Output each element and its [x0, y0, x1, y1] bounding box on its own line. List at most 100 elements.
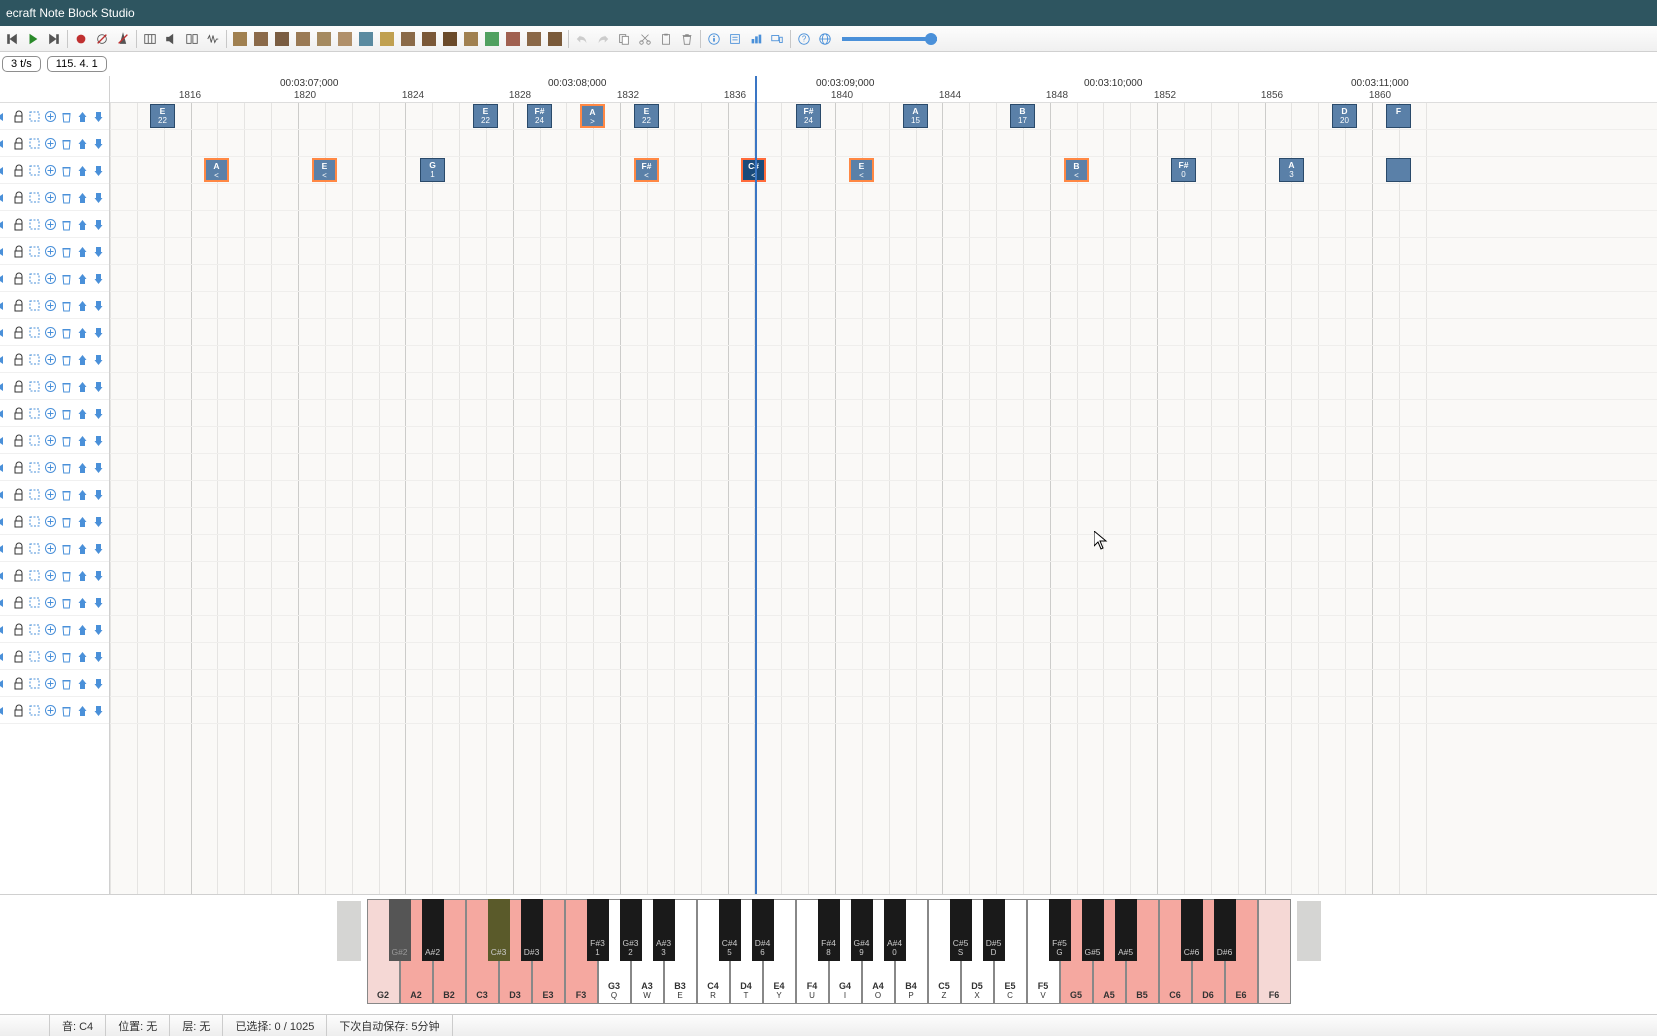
help-icon[interactable]: ?: [794, 29, 814, 49]
note-block[interactable]: F: [1386, 104, 1411, 128]
lock-icon[interactable]: [12, 406, 25, 420]
delete-icon[interactable]: [60, 163, 73, 177]
down-icon[interactable]: [92, 352, 105, 366]
delete-icon[interactable]: [60, 352, 73, 366]
track-row[interactable]: [110, 184, 1657, 211]
speaker-icon[interactable]: [0, 136, 9, 150]
inst-10-icon[interactable]: [419, 29, 439, 49]
select-all-icon[interactable]: [28, 433, 41, 447]
tempo-box[interactable]: 3 t/s: [2, 56, 41, 72]
down-icon[interactable]: [92, 460, 105, 474]
speaker-icon[interactable]: [0, 487, 9, 501]
white-key-F6[interactable]: F6: [1258, 899, 1291, 1004]
lock-icon[interactable]: [12, 163, 25, 177]
skip-start-icon[interactable]: [2, 29, 22, 49]
delete-icon[interactable]: [60, 190, 73, 204]
select-all-icon[interactable]: [28, 217, 41, 231]
trash-icon[interactable]: [677, 29, 697, 49]
add-icon[interactable]: [44, 136, 57, 150]
black-key-C#5[interactable]: C#5S: [950, 899, 972, 961]
lock-icon[interactable]: [12, 514, 25, 528]
undo-icon[interactable]: [572, 29, 592, 49]
track-row[interactable]: [110, 697, 1657, 724]
add-icon[interactable]: [44, 271, 57, 285]
play-icon[interactable]: [23, 29, 43, 49]
up-icon[interactable]: [76, 703, 89, 717]
track-row[interactable]: [110, 238, 1657, 265]
up-icon[interactable]: [76, 514, 89, 528]
inst-8-icon[interactable]: [377, 29, 397, 49]
speaker-icon[interactable]: [0, 703, 9, 717]
up-icon[interactable]: [76, 190, 89, 204]
add-icon[interactable]: [44, 379, 57, 393]
black-key-D#6[interactable]: D#6: [1214, 899, 1236, 961]
delete-icon[interactable]: [60, 406, 73, 420]
track-row[interactable]: [110, 130, 1657, 157]
inst-15-icon[interactable]: [524, 29, 544, 49]
speaker-icon[interactable]: [0, 379, 9, 393]
zoom-slider[interactable]: [842, 37, 937, 41]
track-row[interactable]: [110, 373, 1657, 400]
devices-icon[interactable]: [767, 29, 787, 49]
up-icon[interactable]: [76, 568, 89, 582]
speaker-icon[interactable]: [0, 325, 9, 339]
track-row[interactable]: [110, 319, 1657, 346]
up-icon[interactable]: [76, 622, 89, 636]
select-all-icon[interactable]: [28, 190, 41, 204]
note-block[interactable]: A3: [1279, 158, 1304, 182]
up-icon[interactable]: [76, 271, 89, 285]
note-block[interactable]: A<: [204, 158, 229, 182]
delete-icon[interactable]: [60, 622, 73, 636]
lock-icon[interactable]: [12, 703, 25, 717]
note-block[interactable]: E22: [634, 104, 659, 128]
delete-icon[interactable]: [60, 325, 73, 339]
up-icon[interactable]: [76, 433, 89, 447]
lock-icon[interactable]: [12, 271, 25, 285]
lock-icon[interactable]: [12, 649, 25, 663]
note-block[interactable]: F#24: [796, 104, 821, 128]
note-block[interactable]: F#0: [1171, 158, 1196, 182]
track-row[interactable]: [110, 427, 1657, 454]
speaker-icon[interactable]: [0, 568, 9, 582]
black-key-A#4[interactable]: A#40: [884, 899, 906, 961]
speaker-icon[interactable]: [0, 109, 9, 123]
lock-icon[interactable]: [12, 217, 25, 231]
down-icon[interactable]: [92, 406, 105, 420]
add-icon[interactable]: [44, 595, 57, 609]
up-icon[interactable]: [76, 136, 89, 150]
note-block[interactable]: F#<: [634, 158, 659, 182]
down-icon[interactable]: [92, 487, 105, 501]
lock-icon[interactable]: [12, 433, 25, 447]
delete-icon[interactable]: [60, 595, 73, 609]
redo-icon[interactable]: [593, 29, 613, 49]
inst-7-icon[interactable]: [356, 29, 376, 49]
inst-1-icon[interactable]: [230, 29, 250, 49]
up-icon[interactable]: [76, 541, 89, 555]
track-row[interactable]: [110, 589, 1657, 616]
track-row[interactable]: [110, 454, 1657, 481]
note-block[interactable]: E22: [473, 104, 498, 128]
up-icon[interactable]: [76, 298, 89, 312]
add-icon[interactable]: [44, 487, 57, 501]
select-all-icon[interactable]: [28, 244, 41, 258]
globe-icon[interactable]: [815, 29, 835, 49]
up-icon[interactable]: [76, 406, 89, 420]
lock-icon[interactable]: [12, 676, 25, 690]
note-block[interactable]: B<: [1064, 158, 1089, 182]
skip-end-icon[interactable]: [44, 29, 64, 49]
add-icon[interactable]: [44, 649, 57, 663]
select-all-icon[interactable]: [28, 379, 41, 393]
record-icon[interactable]: [71, 29, 91, 49]
speaker-icon[interactable]: [0, 649, 9, 663]
select-all-icon[interactable]: [28, 703, 41, 717]
delete-icon[interactable]: [60, 433, 73, 447]
note-block[interactable]: F#24: [527, 104, 552, 128]
delete-icon[interactable]: [60, 649, 73, 663]
black-key-G#2[interactable]: G#2: [389, 899, 411, 961]
black-key-F#4[interactable]: F#48: [818, 899, 840, 961]
down-icon[interactable]: [92, 244, 105, 258]
speaker-icon[interactable]: [0, 433, 9, 447]
select-all-icon[interactable]: [28, 352, 41, 366]
down-icon[interactable]: [92, 190, 105, 204]
speaker-icon[interactable]: [0, 163, 9, 177]
